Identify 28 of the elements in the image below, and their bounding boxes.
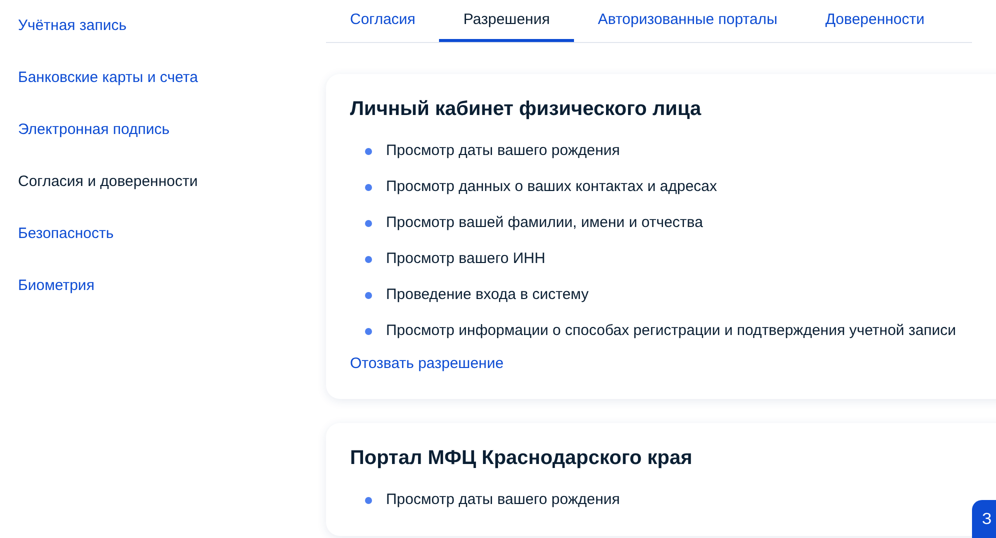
sidebar-item[interactable]: Безопасность: [18, 224, 326, 244]
bullet-icon: [365, 292, 372, 298]
sidebar-item[interactable]: Биометрия: [18, 276, 326, 296]
sidebar-item[interactable]: Банковские карты и счета: [18, 68, 326, 88]
permission-text: Просмотр вашей фамилии, имени и отчества: [386, 213, 703, 233]
sidebar-item[interactable]: Учётная запись: [18, 16, 326, 36]
permission-text: Просмотр даты вашего рождения: [386, 141, 620, 161]
bullet-icon: [365, 184, 372, 190]
sidebar-item[interactable]: Согласия и доверенности: [18, 172, 326, 192]
bullet-icon: [365, 148, 372, 154]
bullet-icon: [365, 220, 372, 226]
tab[interactable]: Разрешения: [439, 0, 574, 42]
bullet-icon: [365, 256, 372, 262]
permission-text: Просмотр данных о ваших контактах и адресах: [386, 177, 718, 197]
permission-text: Проведение входа в систему: [386, 285, 589, 305]
card-title: Портал МФЦ Краснодарского края: [350, 447, 694, 470]
tab[interactable]: Согласия: [326, 0, 440, 42]
sidebar-item[interactable]: Электронная подпись: [18, 120, 326, 140]
permission-text: Просмотр даты вашего рождения: [386, 490, 620, 510]
permission-text: Просмотр вашего ИНН: [386, 249, 546, 269]
tab[interactable]: Доверенности: [801, 0, 949, 42]
permission-text: Просмотр информации о способах регистрации и подтверждения учетной записи: [386, 321, 956, 341]
floating-button[interactable]: З: [972, 500, 996, 538]
card-title: Личный кабинет физического лица: [350, 98, 702, 121]
bullet-icon: [365, 328, 372, 334]
revoke-link[interactable]: Отозвать разрешение: [350, 355, 504, 372]
bullet-icon: [365, 496, 372, 504]
tab[interactable]: Авторизованные порталы: [574, 0, 802, 42]
